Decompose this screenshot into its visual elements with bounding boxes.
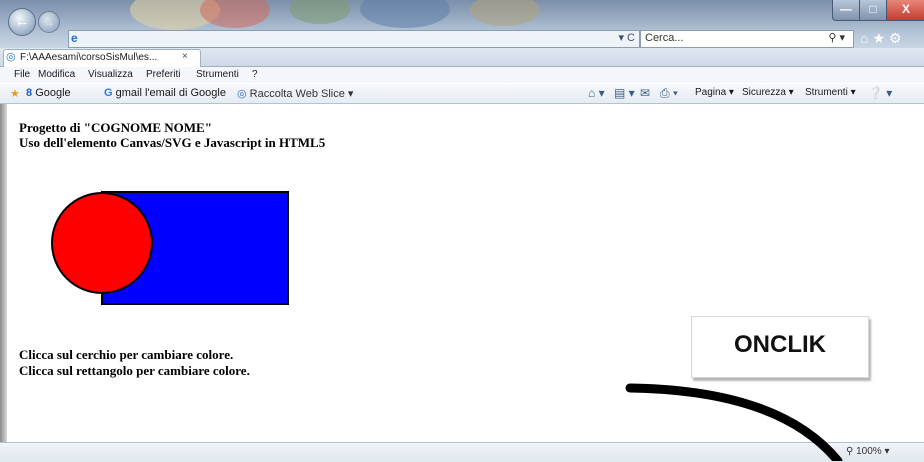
home-icon[interactable]: ⌂ xyxy=(860,30,872,46)
zoom-control[interactable]: ⚲ 100% ▾ xyxy=(846,446,890,457)
feeds-icon[interactable]: ▤ ▾ xyxy=(614,86,635,100)
mail-icon[interactable]: ✉ xyxy=(640,86,650,100)
forward-button[interactable]: → xyxy=(38,11,60,33)
maximize-icon: □ xyxy=(869,2,877,16)
tab-label: F:\AAAesami\corsoSisMul\es... xyxy=(20,52,158,63)
close-icon: X xyxy=(901,2,910,16)
arrow-left-icon: ← xyxy=(14,13,30,30)
window-left-edge xyxy=(0,104,7,442)
page-title: Progetto di "COGNOME NOME" xyxy=(19,120,212,135)
favorite-google-label: Google xyxy=(35,87,71,99)
minimize-icon: — xyxy=(840,2,852,16)
favorite-google[interactable]: 8 Google xyxy=(26,87,71,99)
settings-gear-icon[interactable]: ⚙ xyxy=(889,30,906,46)
menu-bar: File Modifica Visualizza Preferiti Strum… xyxy=(0,67,924,83)
page-subtitle: Uso dell'elemento Canvas/SVG e Javascrip… xyxy=(19,135,326,150)
arrow-right-icon: → xyxy=(43,15,55,29)
menu-modifica[interactable]: Modifica xyxy=(38,69,75,80)
status-bar: ⚲ 100% ▾ xyxy=(0,442,924,462)
address-bar[interactable]: e ▾ C xyxy=(68,30,640,48)
refresh-icon[interactable]: ▾ C xyxy=(618,31,635,44)
red-circle[interactable] xyxy=(51,192,153,294)
zoom-level: 100% xyxy=(856,446,882,457)
command-strumenti[interactable]: Strumenti ▾ xyxy=(805,87,856,98)
tab-active[interactable]: ◎ F:\AAAesami\corsoSisMul\es... × xyxy=(3,49,201,67)
ie-page-icon: e xyxy=(71,31,78,45)
back-button[interactable]: ← xyxy=(8,8,36,36)
menu-preferiti[interactable]: Preferiti xyxy=(146,69,180,80)
chevron-down-icon: ▾ xyxy=(884,446,890,457)
google-g-icon: G xyxy=(104,87,113,99)
favorite-web-slice-label: Raccolta Web Slice ▾ xyxy=(249,88,354,100)
command-pagina[interactable]: Pagina ▾ xyxy=(695,87,734,98)
tab-strip: ◎ F:\AAAesami\corsoSisMul\es... × xyxy=(0,48,924,67)
annotation-label: ONCLIK xyxy=(734,331,826,358)
titlebar-decoration xyxy=(200,0,270,28)
menu-file[interactable]: File xyxy=(14,69,30,80)
command-sicurezza[interactable]: Sicurezza ▾ xyxy=(742,87,794,98)
home-command-icon[interactable]: ⌂ ▾ xyxy=(588,86,605,100)
search-icon[interactable]: ⚲ ▾ xyxy=(828,31,845,44)
star-icon[interactable]: ★ xyxy=(10,87,20,100)
maximize-button[interactable]: □ xyxy=(859,0,887,21)
annotation-callout: ONCLIK xyxy=(691,316,869,378)
menu-help[interactable]: ? xyxy=(252,69,258,80)
titlebar-decoration xyxy=(360,0,450,28)
page-content: Progetto di "COGNOME NOME" Uso dell'elem… xyxy=(0,104,924,442)
favorite-gmail[interactable]: G gmail l'email di Google xyxy=(104,87,226,99)
browser-tool-icons: ⌂★⚙ xyxy=(860,30,906,47)
zoom-icon: ⚲ xyxy=(846,446,854,457)
ie-page-icon: ◎ xyxy=(237,88,247,100)
instruction-circle: Clicca sul cerchio per cambiare colore. xyxy=(19,347,234,362)
search-placeholder: Cerca... xyxy=(645,32,684,44)
shapes-svg xyxy=(51,191,289,305)
menu-strumenti[interactable]: Strumenti xyxy=(196,69,239,80)
search-box[interactable]: Cerca... ⚲ ▾ xyxy=(640,30,854,48)
ie-tab-icon: ◎ xyxy=(6,51,16,63)
menu-visualizza[interactable]: Visualizza xyxy=(88,69,133,80)
google-icon: 8 xyxy=(26,87,33,99)
browser-titlebar: ← → — □ X e ▾ C Cerca... ⚲ ▾ ⌂★⚙ xyxy=(0,0,924,48)
close-window-button[interactable]: X xyxy=(886,0,924,21)
titlebar-decoration xyxy=(470,0,540,26)
minimize-button[interactable]: — xyxy=(832,0,860,21)
tab-close-button[interactable]: × xyxy=(182,51,188,62)
titlebar-decoration xyxy=(290,0,350,24)
instruction-rectangle: Clicca sul rettangolo per cambiare color… xyxy=(19,363,250,378)
favorites-star-icon[interactable]: ★ xyxy=(872,30,889,46)
canvas-drawing xyxy=(50,190,290,310)
favorites-bar: ★ 8 Google G gmail l'email di Google ◎ R… xyxy=(0,84,924,104)
favorite-web-slice[interactable]: ◎ Raccolta Web Slice ▾ xyxy=(237,87,353,100)
print-icon[interactable]: ⎙ ▾ xyxy=(660,86,678,101)
help-icon[interactable]: ❔ ▾ xyxy=(868,86,892,100)
favorite-gmail-label: gmail l'email di Google xyxy=(115,87,226,99)
